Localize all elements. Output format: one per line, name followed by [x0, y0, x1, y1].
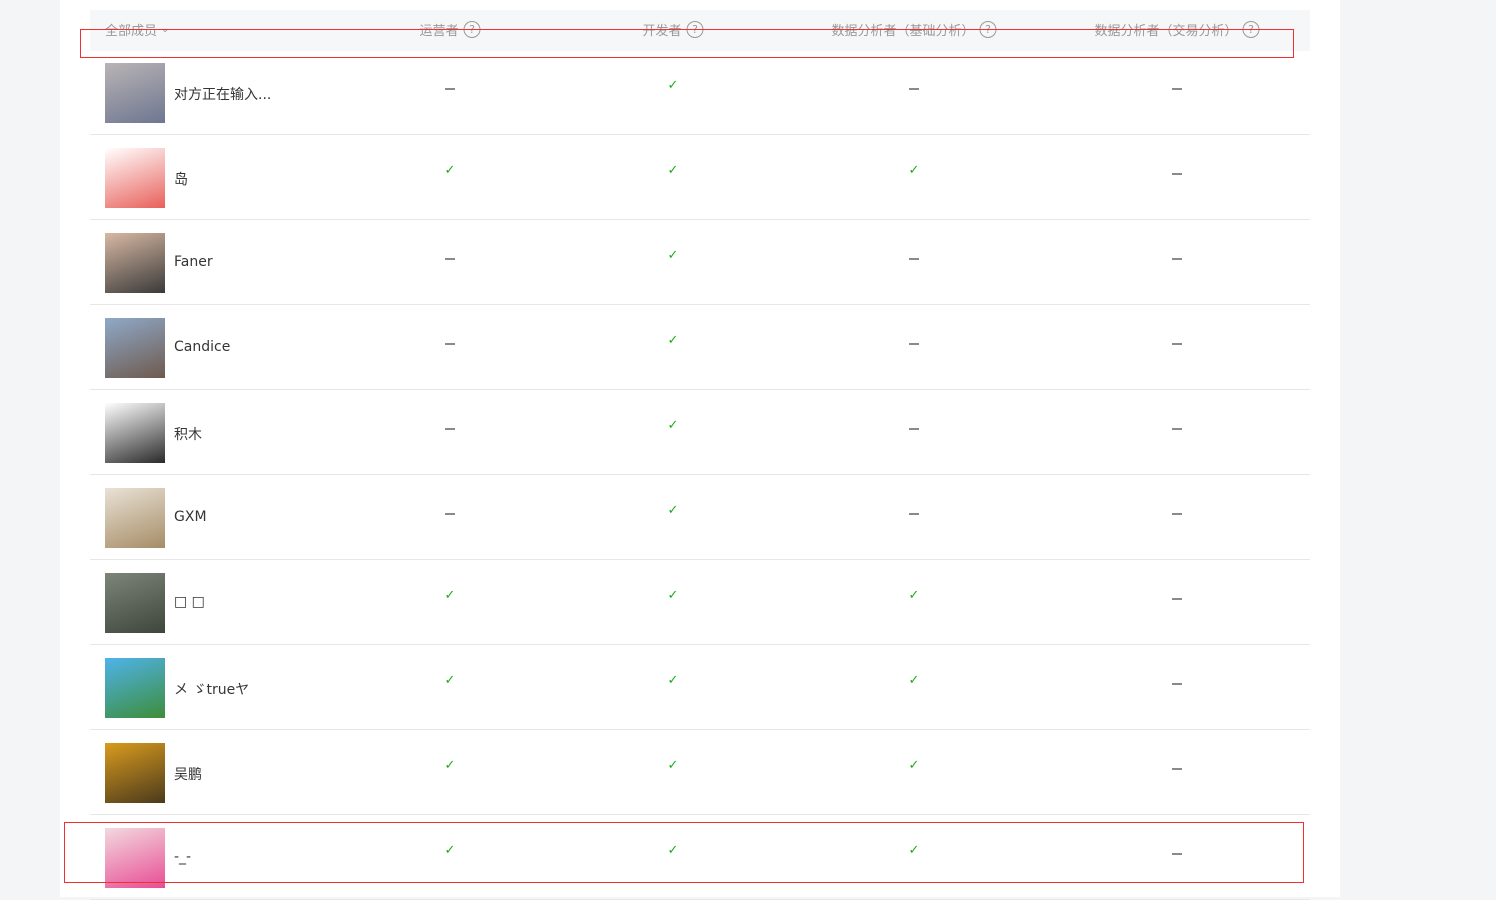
dash-icon [1172, 503, 1182, 519]
check-icon: ✓ [667, 78, 679, 93]
dash-icon [1172, 588, 1182, 604]
member-filter-dropdown[interactable]: 全部成员 ⌄ [105, 20, 169, 39]
chevron-down-icon: ⌄ [161, 24, 170, 35]
table-row: 对方正在输入... ✓ [90, 50, 1310, 135]
check-icon: ✓ [444, 588, 456, 603]
dash-icon [1172, 673, 1182, 689]
column-label: 数据分析者（基础分析） [831, 24, 975, 39]
dash-icon [1172, 843, 1182, 859]
dash-icon [1172, 333, 1182, 349]
column-label: 开发者 [642, 24, 682, 39]
check-icon: ✓ [667, 758, 679, 773]
table-row: GXM ✓ [90, 475, 1310, 560]
table-row: 岛 ✓ ✓ ✓ [90, 135, 1310, 220]
column-operator: 运营者 ? [419, 20, 481, 39]
avatar [105, 318, 165, 378]
dash-icon [1172, 78, 1182, 94]
check-icon: ✓ [667, 673, 679, 688]
table-row: Faner ✓ [90, 220, 1310, 305]
dash-icon [1172, 418, 1182, 434]
table-row: □ □ ✓ ✓ ✓ [90, 560, 1310, 645]
table-row: Candice ✓ [90, 305, 1310, 390]
table-row: -_- ✓ ✓ ✓ [90, 815, 1310, 900]
check-icon: ✓ [444, 843, 456, 858]
help-icon[interactable]: ? [686, 21, 704, 38]
avatar [105, 828, 165, 888]
help-icon[interactable]: ? [1242, 21, 1260, 38]
member-name: Faner [174, 254, 213, 270]
check-icon: ✓ [667, 333, 679, 348]
dash-icon [1172, 163, 1182, 179]
avatar [105, 573, 165, 633]
check-icon: ✓ [444, 673, 456, 688]
member-name: GXM [174, 509, 207, 525]
table-row: メ ゞtrueヤ ✓ ✓ ✓ [90, 645, 1310, 730]
member-name: 岛 [174, 172, 188, 188]
check-icon: ✓ [908, 163, 920, 178]
check-icon: ✓ [667, 163, 679, 178]
column-developer: 开发者 ? [642, 20, 704, 39]
check-icon: ✓ [444, 758, 456, 773]
check-icon: ✓ [908, 758, 920, 773]
check-icon: ✓ [908, 843, 920, 858]
avatar [105, 403, 165, 463]
table-header: 全部成员 ⌄ 运营者 ? 开发者 ? 数据分析者（基础分析） ? 数据分析者（交… [90, 10, 1310, 51]
column-label: 数据分析者（交易分析） [1094, 24, 1238, 39]
dash-icon [909, 78, 919, 94]
check-icon: ✓ [667, 503, 679, 518]
check-icon: ✓ [444, 163, 456, 178]
member-name: -_- [174, 849, 192, 865]
avatar [105, 148, 165, 208]
column-label: 运营者 [419, 24, 459, 39]
dash-icon [445, 248, 455, 264]
dash-icon [909, 418, 919, 434]
avatar [105, 743, 165, 803]
check-icon: ✓ [908, 588, 920, 603]
member-name: 对方正在输入... [174, 87, 272, 103]
column-analyst-trade: 数据分析者（交易分析） ? [1094, 20, 1260, 39]
check-icon: ✓ [667, 588, 679, 603]
member-filter-label: 全部成员 [105, 24, 158, 39]
table-row: 积木 ✓ [90, 390, 1310, 475]
check-icon: ✓ [667, 843, 679, 858]
avatar [105, 658, 165, 718]
dash-icon [909, 333, 919, 349]
table-row: 吴鹏 ✓ ✓ ✓ [90, 730, 1310, 815]
dash-icon [1172, 248, 1182, 264]
check-icon: ✓ [908, 673, 920, 688]
dash-icon [445, 418, 455, 434]
dash-icon [909, 503, 919, 519]
dash-icon [445, 503, 455, 519]
member-name: □ □ [174, 594, 205, 610]
check-icon: ✓ [667, 418, 679, 433]
member-name: 吴鹏 [174, 767, 202, 783]
dash-icon [1172, 758, 1182, 774]
member-name: 积木 [174, 427, 202, 443]
check-icon: ✓ [667, 248, 679, 263]
avatar [105, 488, 165, 548]
column-analyst-basic: 数据分析者（基础分析） ? [831, 20, 997, 39]
dash-icon [909, 248, 919, 264]
help-icon[interactable]: ? [979, 21, 997, 38]
member-name: Candice [174, 339, 231, 355]
avatar [105, 233, 165, 293]
help-icon[interactable]: ? [463, 21, 481, 38]
dash-icon [445, 333, 455, 349]
member-name: メ ゞtrueヤ [174, 682, 250, 698]
dash-icon [445, 78, 455, 94]
avatar [105, 63, 165, 123]
